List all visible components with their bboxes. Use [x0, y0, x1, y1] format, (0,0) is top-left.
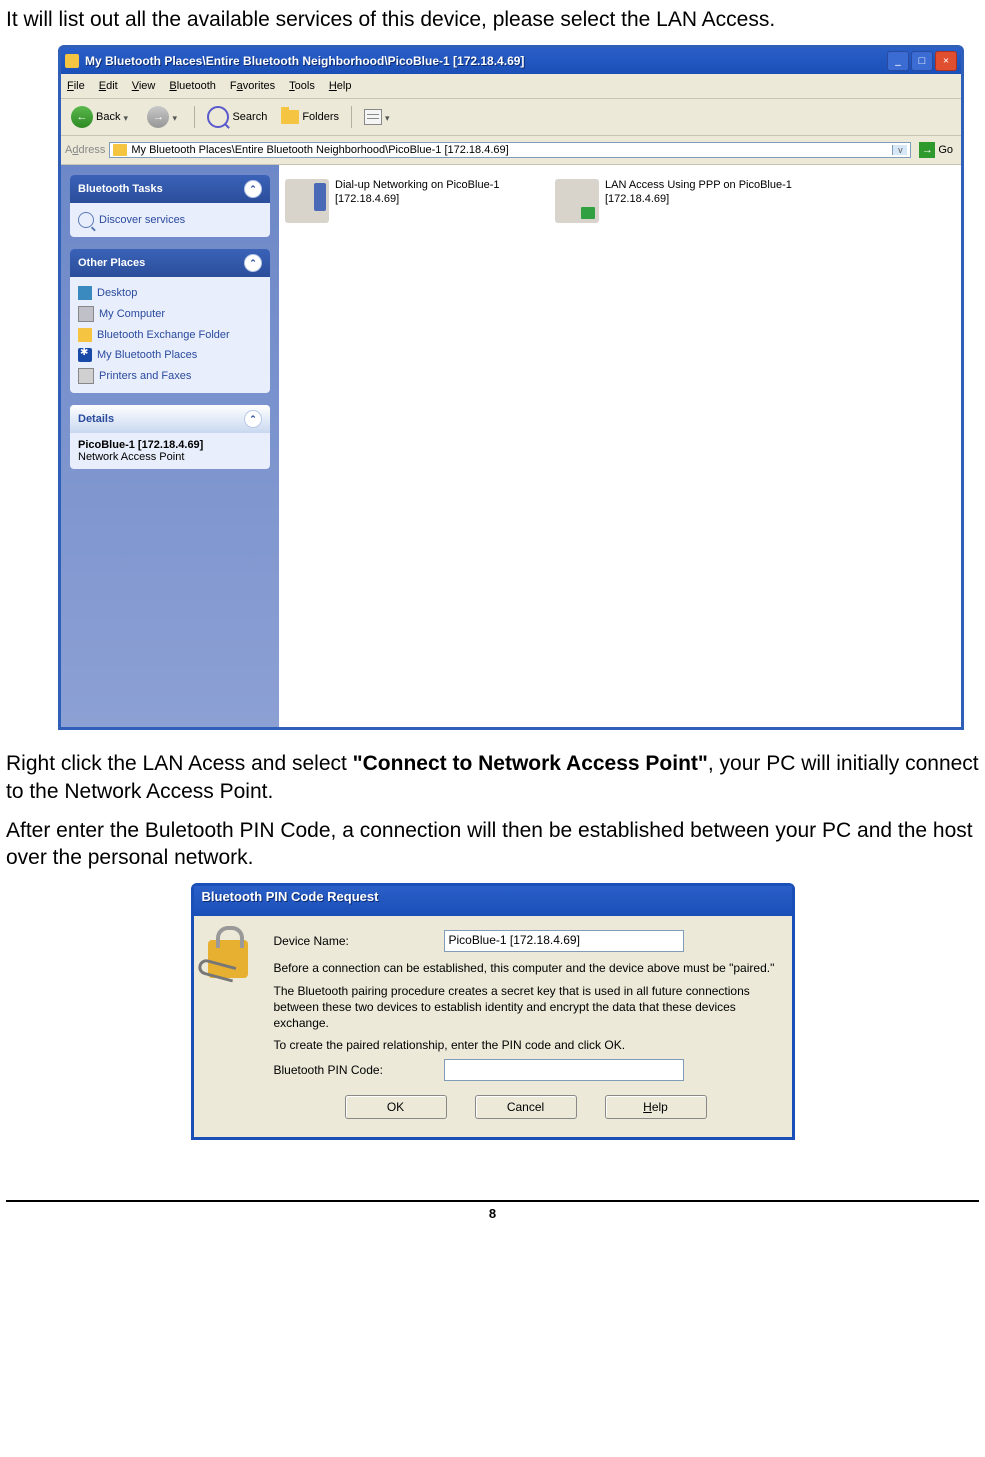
ok-button[interactable]: OK — [345, 1095, 447, 1119]
sidebar-item-my-bluetooth[interactable]: My Bluetooth Places — [78, 345, 262, 365]
folder-icon — [281, 110, 299, 124]
panel-header[interactable]: Other Places ⌃ — [70, 249, 270, 277]
folders-button[interactable]: Folders — [277, 108, 343, 126]
panel-header[interactable]: Bluetooth Tasks ⌃ — [70, 175, 270, 203]
cancel-button[interactable]: Cancel — [475, 1095, 577, 1119]
back-button[interactable]: ←Back — [67, 104, 137, 130]
toolbar: ←Back → Search Folders — [61, 99, 961, 136]
menu-view[interactable]: View — [132, 80, 156, 92]
help-button[interactable]: Help — [605, 1095, 707, 1119]
sidebar-item-printers[interactable]: Printers and Faxes — [78, 365, 262, 387]
menu-edit[interactable]: Edit — [99, 80, 118, 92]
phone-modem-icon — [285, 179, 329, 223]
menu-file[interactable]: File — [67, 80, 85, 92]
bluetooth-tasks-panel: Bluetooth Tasks ⌃ Discover services — [70, 175, 270, 237]
pin-code-input[interactable] — [444, 1059, 684, 1081]
titlebar[interactable]: My Bluetooth Places\Entire Bluetooth Nei… — [61, 48, 961, 74]
folder-icon — [78, 328, 92, 342]
folder-icon — [113, 144, 127, 156]
service-dialup[interactable]: Dial-up Networking on PicoBlue-1 [172.18… — [285, 179, 545, 223]
address-input[interactable]: My Bluetooth Places\Entire Bluetooth Nei… — [109, 142, 911, 158]
service-label: Dial-up Networking on PicoBlue-1 [172.18… — [335, 179, 545, 207]
chevron-up-icon[interactable]: ⌃ — [244, 410, 262, 428]
chevron-up-icon[interactable]: ⌃ — [244, 180, 262, 198]
search-button[interactable]: Search — [203, 104, 271, 130]
dialog-paragraph: To create the paired relationship, enter… — [274, 1037, 778, 1053]
printer-icon — [78, 368, 94, 384]
address-label: Address — [65, 144, 105, 156]
search-icon — [207, 106, 229, 128]
menubar: File Edit View Bluetooth Favorites Tools… — [61, 74, 961, 99]
dialog-paragraph: Before a connection can be established, … — [274, 960, 778, 976]
close-button[interactable]: × — [935, 51, 957, 71]
sidebar: Bluetooth Tasks ⌃ Discover services Othe… — [61, 165, 279, 727]
sidebar-item-my-computer[interactable]: My Computer — [78, 303, 262, 325]
minimize-button[interactable]: _ — [887, 51, 909, 71]
chevron-up-icon[interactable]: ⌃ — [244, 254, 262, 272]
page-number: 8 — [0, 1202, 985, 1231]
views-icon — [364, 109, 382, 125]
paragraph-3: After enter the Buletooth PIN Code, a co… — [6, 817, 979, 872]
details-name: PicoBlue-1 [172.18.4.69] — [78, 439, 262, 451]
dialog-title[interactable]: Bluetooth PIN Code Request — [194, 886, 792, 916]
dialog-paragraph: The Bluetooth pairing procedure creates … — [274, 983, 778, 1032]
menu-bluetooth[interactable]: Bluetooth — [169, 80, 216, 92]
desktop-icon — [78, 286, 92, 300]
address-bar: Address My Bluetooth Places\Entire Bluet… — [61, 136, 961, 165]
service-label: LAN Access Using PPP on PicoBlue-1 [172.… — [605, 179, 815, 207]
device-name-field: PicoBlue-1 [172.18.4.69] — [444, 930, 684, 952]
address-value: My Bluetooth Places\Entire Bluetooth Nei… — [131, 144, 888, 156]
bluetooth-icon — [78, 348, 92, 362]
menu-tools[interactable]: Tools — [289, 80, 315, 92]
paragraph-2: Right click the LAN Acess and select "Co… — [6, 750, 979, 805]
panel-header[interactable]: Details ⌃ — [70, 405, 270, 433]
pin-dialog: Bluetooth PIN Code Request Device Name: … — [191, 883, 795, 1140]
search-icon — [78, 212, 94, 228]
service-lan-access[interactable]: LAN Access Using PPP on PicoBlue-1 [172.… — [555, 179, 815, 223]
window-icon — [65, 54, 79, 68]
sidebar-item-exchange[interactable]: Bluetooth Exchange Folder — [78, 325, 262, 345]
discover-services[interactable]: Discover services — [78, 209, 262, 231]
intro-paragraph: It will list out all the available servi… — [6, 6, 979, 33]
views-button[interactable] — [360, 107, 399, 127]
sidebar-item-desktop[interactable]: Desktop — [78, 283, 262, 303]
other-places-panel: Other Places ⌃ Desktop My Computer Bluet… — [70, 249, 270, 393]
explorer-window: My Bluetooth Places\Entire Bluetooth Nei… — [58, 45, 964, 730]
toolbar-separator — [351, 106, 352, 128]
pin-code-label: Bluetooth PIN Code: — [274, 1063, 444, 1077]
computer-icon — [78, 306, 94, 322]
content-pane[interactable]: Dial-up Networking on PicoBlue-1 [172.18… — [279, 165, 961, 727]
address-dropdown[interactable]: v — [892, 145, 907, 155]
forward-button[interactable]: → — [143, 104, 186, 130]
details-panel: Details ⌃ PicoBlue-1 [172.18.4.69] Netwo… — [70, 405, 270, 469]
go-button[interactable]: →Go — [915, 142, 957, 158]
lock-key-icon — [208, 930, 262, 1119]
toolbar-separator — [194, 106, 195, 128]
maximize-button[interactable]: □ — [911, 51, 933, 71]
details-type: Network Access Point — [78, 451, 262, 463]
device-name-label: Device Name: — [274, 934, 444, 948]
menu-favorites[interactable]: Favorites — [230, 80, 275, 92]
window-title: My Bluetooth Places\Entire Bluetooth Nei… — [85, 54, 887, 68]
lan-icon — [555, 179, 599, 223]
menu-help[interactable]: Help — [329, 80, 352, 92]
